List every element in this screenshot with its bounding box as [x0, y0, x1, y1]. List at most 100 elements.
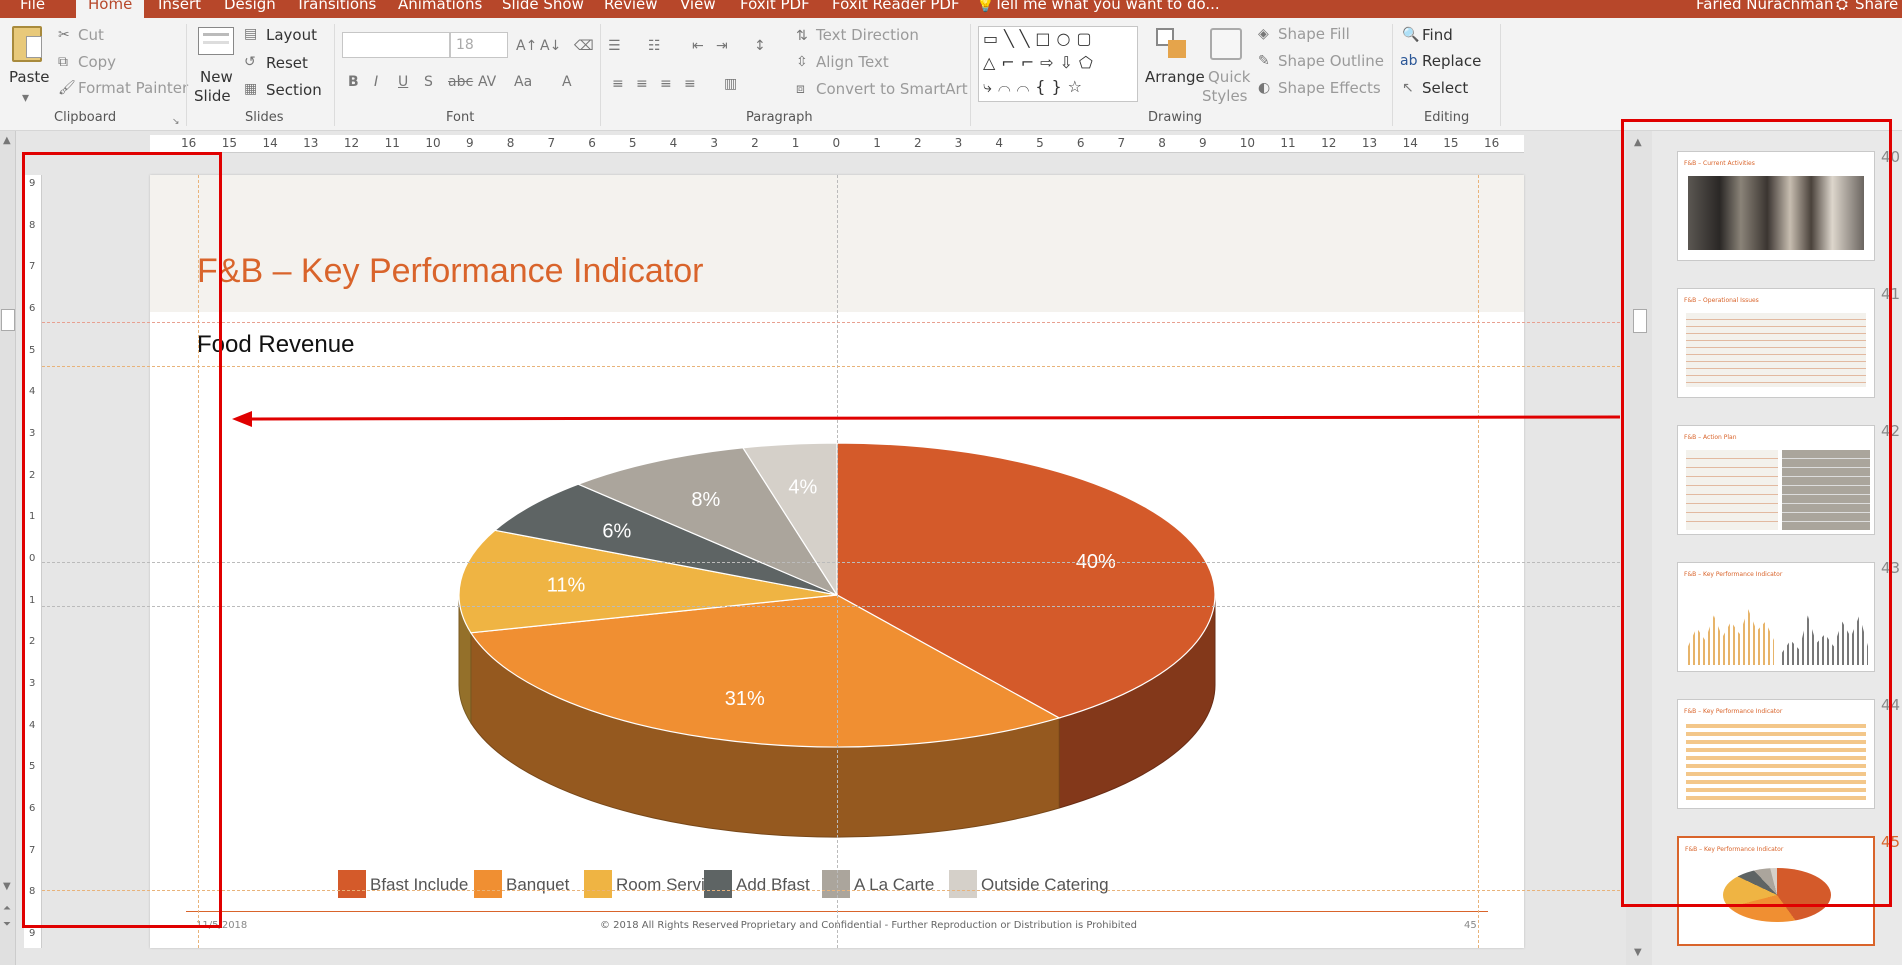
shape-fill-icon: ◈: [1258, 26, 1269, 42]
shapes-gallery[interactable]: ▭╲╲□○▢ △⌐⌐⇨⇩⬠ ⤷⌒⌒{}☆: [978, 26, 1138, 102]
scroll-down-icon[interactable]: ▼: [3, 879, 11, 895]
character-spacing-icon[interactable]: AV: [478, 74, 496, 90]
pie-data-label: 11%: [547, 575, 586, 597]
bold-icon[interactable]: B: [348, 74, 359, 90]
replace-button[interactable]: Replace: [1422, 52, 1481, 70]
annotation-box-right: [1621, 119, 1892, 907]
convert-smartart-button[interactable]: Convert to SmartArt: [816, 80, 968, 98]
select-button[interactable]: Select: [1422, 79, 1468, 97]
reset-button[interactable]: Reset: [266, 54, 308, 72]
tab-view[interactable]: View: [680, 0, 716, 13]
group-separator: [600, 24, 601, 126]
font-size-value: 18: [456, 37, 474, 53]
group-separator: [1392, 24, 1393, 126]
next-slide-icon[interactable]: ⏷: [3, 917, 11, 933]
line-spacing-icon[interactable]: ↕: [754, 38, 766, 54]
ruler-tick-label: 5: [628, 136, 637, 150]
grow-font-icon[interactable]: A↑: [516, 38, 537, 54]
justify-icon[interactable]: ≡: [684, 76, 696, 92]
group-separator: [970, 24, 971, 126]
copy-button[interactable]: Copy: [78, 53, 116, 71]
ruler-tick-label: 0: [832, 136, 841, 150]
ruler-tick-label: 12: [1321, 136, 1337, 150]
find-icon: 🔍: [1402, 27, 1420, 43]
font-color-icon[interactable]: A: [562, 74, 572, 90]
scroll-up-icon[interactable]: ▲: [3, 133, 11, 149]
align-left-icon[interactable]: ≡: [612, 76, 624, 92]
paste-icon[interactable]: [12, 26, 42, 62]
bullets-icon[interactable]: ☰: [608, 38, 621, 54]
section-button[interactable]: Section: [266, 81, 322, 99]
tab-design[interactable]: Design: [224, 0, 276, 13]
clear-formatting-icon[interactable]: ⌫: [574, 38, 594, 54]
ruler-tick-label: 3: [954, 136, 963, 150]
new-slide-button[interactable]: New: [200, 68, 233, 86]
ruler-tick-label: 15: [1443, 136, 1459, 150]
increase-indent-icon[interactable]: ⇥: [716, 38, 728, 54]
ruler-tick-label: 14: [262, 136, 278, 150]
font-name-field[interactable]: [342, 32, 450, 58]
change-case-icon[interactable]: Aa: [514, 74, 532, 90]
reset-icon: ↺: [244, 54, 256, 70]
paste-dropdown-icon[interactable]: ▾: [22, 90, 29, 106]
align-text-button[interactable]: Align Text: [816, 53, 889, 71]
ribbon-home: Paste ▾ ✂ Cut ⧉ Copy 🖌 Format Painter Cl…: [0, 18, 1902, 131]
tab-insert[interactable]: Insert: [158, 0, 201, 13]
quick-styles-icon[interactable]: [1210, 28, 1242, 60]
align-center-icon[interactable]: ≡: [636, 76, 648, 92]
tab-home[interactable]: Home: [76, 0, 145, 18]
shrink-font-icon[interactable]: A↓: [540, 38, 561, 54]
tab-file[interactable]: File: [20, 0, 45, 13]
ruler-tick-label: 14: [1402, 136, 1418, 150]
new-slide-icon[interactable]: [198, 27, 234, 55]
cut-button[interactable]: Cut: [78, 26, 104, 44]
dialog-launcher-icon[interactable]: ↘: [172, 114, 180, 130]
prev-slide-icon[interactable]: ⏶: [3, 901, 11, 917]
tell-me-box[interactable]: Tell me what you want to do...: [994, 0, 1220, 13]
tab-foxit-reader-pdf[interactable]: Foxit Reader PDF: [832, 0, 960, 13]
ribbon-tabs: File Home Insert Design Transitions Anim…: [0, 0, 1902, 18]
decrease-indent-icon[interactable]: ⇤: [692, 38, 704, 54]
format-painter-button[interactable]: Format Painter: [78, 79, 188, 97]
shadow-icon[interactable]: S: [424, 74, 433, 90]
ruler-tick-label: 16: [181, 136, 197, 150]
columns-icon[interactable]: ▥: [724, 76, 737, 92]
ruler-tick-label: 15: [221, 136, 237, 150]
numbering-icon[interactable]: ☷: [648, 38, 661, 54]
ruler-tick-label: 2: [913, 136, 922, 150]
share-button[interactable]: Share: [1855, 0, 1898, 13]
tab-transitions[interactable]: Transitions: [296, 0, 376, 13]
quick-styles-button[interactable]: Quick: [1208, 68, 1250, 86]
tab-animations[interactable]: Animations: [398, 0, 482, 13]
align-right-icon[interactable]: ≡: [660, 76, 672, 92]
scroll-down-icon[interactable]: ▼: [1634, 945, 1642, 961]
text-direction-button[interactable]: Text Direction: [816, 26, 919, 44]
user-name[interactable]: Faried Nurachman: [1696, 0, 1833, 13]
paste-button[interactable]: Paste: [9, 68, 50, 86]
tab-review[interactable]: Review: [604, 0, 658, 13]
shape-outline-button[interactable]: Shape Outline: [1278, 52, 1384, 70]
layout-button[interactable]: Layout: [266, 26, 317, 44]
tab-foxit-pdf[interactable]: Foxit PDF: [740, 0, 810, 13]
pie-data-label: 31%: [725, 688, 765, 710]
shape-effects-button[interactable]: Shape Effects: [1278, 79, 1381, 97]
section-icon: ▦: [244, 81, 258, 97]
group-label-paragraph: Paragraph: [746, 110, 813, 125]
italic-icon[interactable]: I: [374, 74, 378, 90]
font-size-field[interactable]: 18: [450, 32, 508, 58]
ruler-tick-label: 10: [425, 136, 441, 150]
slide-title[interactable]: F&B – Key Performance Indicator: [197, 252, 703, 291]
format-painter-icon: 🖌: [58, 80, 76, 96]
strikethrough-icon[interactable]: abc: [448, 74, 473, 90]
arrange-button[interactable]: Arrange: [1145, 68, 1205, 86]
cut-icon: ✂: [58, 27, 70, 43]
tab-slide-show[interactable]: Slide Show: [502, 0, 584, 13]
arrange-icon[interactable]: [1156, 28, 1188, 60]
horizontal-ruler[interactable]: 16 15 14 13 12 11 10 9 8 7 6 5 4 3 2 1 0 1 2 3 4 5 6 7 8 9 10 11 12 1…: [150, 135, 1524, 153]
smartart-icon: ⧈: [796, 81, 805, 97]
shape-fill-button[interactable]: Shape Fill: [1278, 25, 1350, 43]
find-button[interactable]: Find: [1422, 26, 1453, 44]
left-scrollbar[interactable]: ▲ ▼ ⏶ ⏷: [0, 131, 16, 965]
scroll-thumb[interactable]: [1, 309, 15, 331]
underline-icon[interactable]: U: [398, 74, 408, 90]
